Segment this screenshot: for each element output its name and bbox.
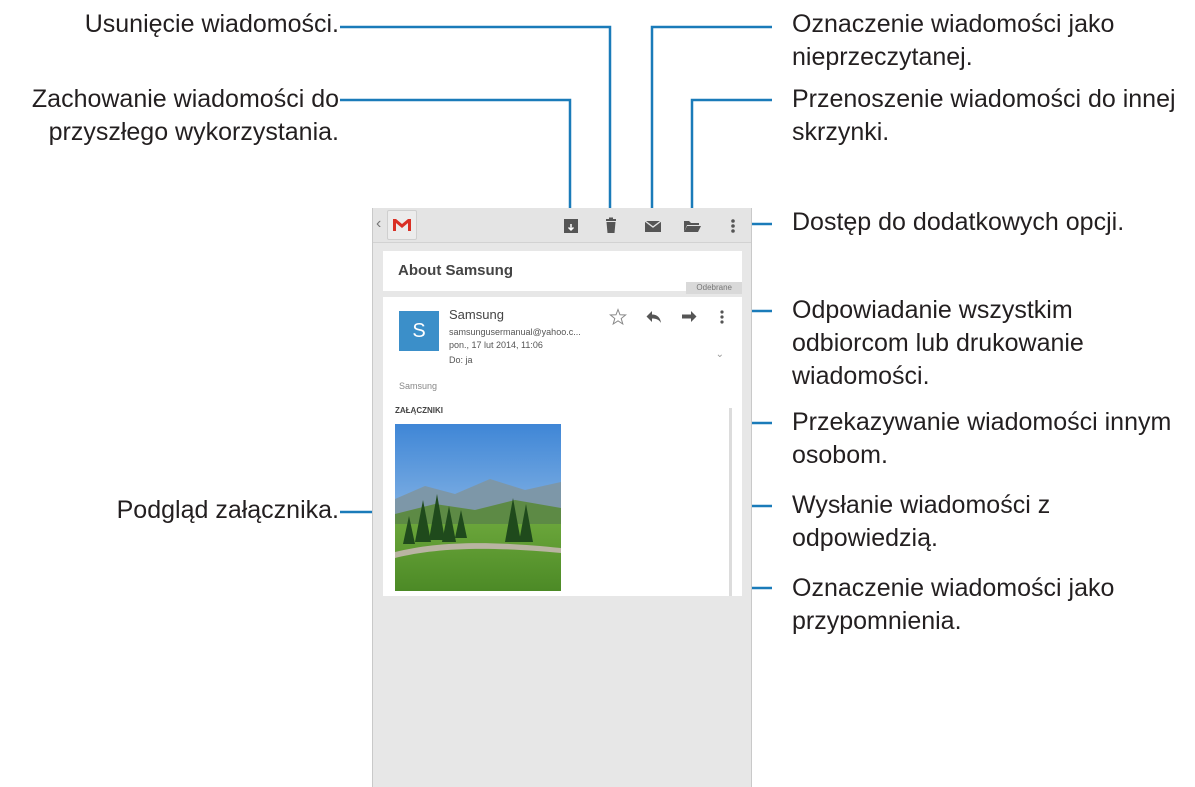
expand-chevron-icon[interactable]: ⌄: [716, 349, 724, 360]
move-folder-icon[interactable]: [682, 216, 702, 236]
attachments-heading: ZAŁĄCZNIKI: [395, 406, 443, 415]
callout-move: Przenoszenie wiadomości do innej skrzynk…: [792, 85, 1176, 146]
label-badge[interactable]: Odebrane: [686, 282, 742, 294]
forward-icon[interactable]: [680, 308, 698, 326]
callout-star: Oznaczenie wiadomości jako przypomnienia…: [792, 574, 1115, 635]
callout-archive: Zachowanie wiadomości do przyszłego wyko…: [31, 85, 339, 146]
callout-forward: Przekazywanie wiadomości innym osobom.: [792, 408, 1172, 469]
gmail-logo-icon[interactable]: [387, 210, 417, 240]
email-subject: About Samsung: [398, 262, 513, 279]
sender-name: Samsung: [449, 307, 504, 322]
callout-preview: Podgląd załącznika.: [116, 496, 339, 524]
mark-unread-icon[interactable]: [643, 216, 663, 236]
subject-card: About Samsung Odebrane: [383, 251, 742, 294]
callout-delete: Usunięcie wiadomości.: [84, 10, 339, 38]
phone-screen: ‹ About Samsung Odebrane S Samsung samsu…: [372, 208, 752, 787]
callout-reply: Wysłanie wiadomości z odpowiedzią.: [792, 491, 1051, 552]
line-move: [690, 98, 772, 208]
message-date: pon., 17 lut 2014, 11:06: [449, 340, 543, 350]
line-delete: [340, 25, 612, 208]
message-body: Samsung: [399, 381, 438, 391]
overflow-menu-icon[interactable]: [723, 216, 743, 236]
callout-more-options: Dostęp do dodatkowych opcji.: [792, 208, 1125, 236]
recipients[interactable]: Do: ja: [449, 355, 473, 365]
star-icon[interactable]: [609, 308, 627, 326]
landscape-photo: [395, 424, 561, 591]
sender-email: samsungusermanual@yahoo.c...: [449, 327, 581, 337]
scrollbar[interactable]: [729, 408, 732, 596]
line-unread: [650, 25, 772, 208]
delete-icon[interactable]: [601, 216, 621, 236]
line-archive: [340, 98, 572, 208]
archive-icon[interactable]: [561, 216, 581, 236]
action-bar: ‹: [373, 208, 751, 243]
message-card: S Samsung samsungusermanual@yahoo.c... p…: [383, 297, 742, 596]
attachment-preview[interactable]: [395, 424, 561, 591]
callout-unread: Oznaczenie wiadomości jako nieprzeczytan…: [792, 10, 1115, 71]
back-chevron-icon[interactable]: ‹: [376, 215, 381, 233]
reply-icon[interactable]: [645, 308, 663, 326]
message-overflow-icon[interactable]: [713, 308, 731, 326]
callout-reply-all: Odpowiadanie wszystkim odbiorcom lub dru…: [792, 296, 1084, 390]
avatar[interactable]: S: [399, 311, 439, 351]
